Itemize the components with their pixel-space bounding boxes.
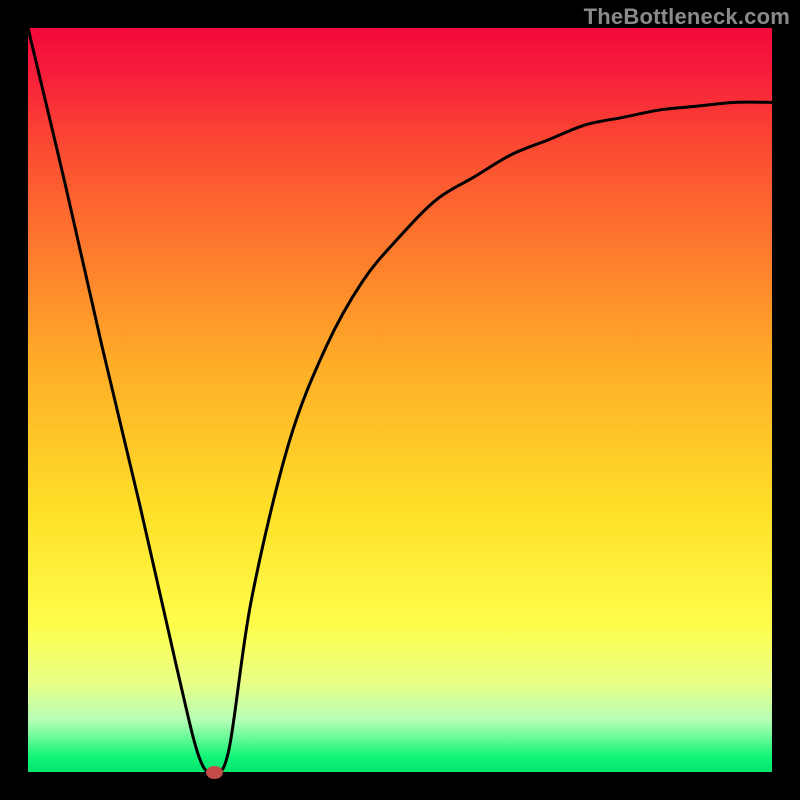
watermark-text: TheBottleneck.com [584, 4, 790, 30]
vertex-marker [206, 766, 223, 779]
chart-frame: TheBottleneck.com [0, 0, 800, 800]
bottleneck-curve [28, 28, 772, 772]
curve-path [28, 28, 772, 772]
plot-area [28, 28, 772, 772]
